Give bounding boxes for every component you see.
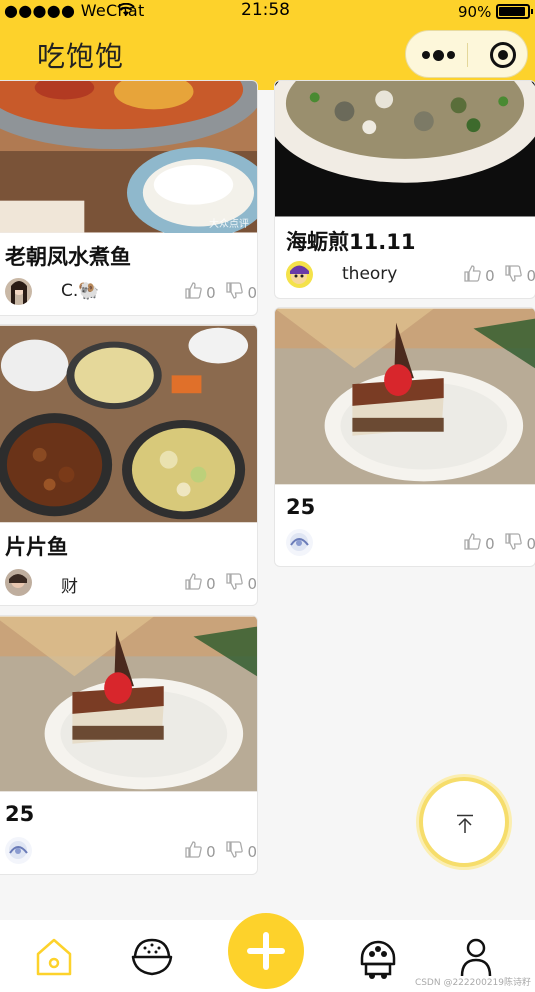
dislike-count: 0: [247, 574, 257, 593]
dish-title: 25: [286, 495, 316, 519]
reaction-stats: 0 0: [185, 282, 257, 303]
author-row: 财 0 0: [5, 569, 257, 597]
like-count: 0: [206, 574, 216, 593]
dish-title: 老朝凤水煮鱼: [5, 245, 131, 269]
plus-icon: [247, 932, 285, 970]
recipe-card[interactable]: 25 0 0: [0, 615, 258, 875]
thumbs-up-icon[interactable]: [185, 841, 206, 862]
status-bar: ●●●●● WeChat 21:58 90%: [0, 0, 535, 24]
thumbs-down-icon[interactable]: [505, 533, 526, 554]
author-row: 0 0: [286, 529, 535, 557]
dish-photo: [0, 616, 257, 792]
dish-photo: [275, 308, 535, 485]
more-icon[interactable]: [422, 50, 462, 61]
author-name: 财: [61, 577, 78, 597]
thumbs-down-icon[interactable]: [226, 841, 247, 862]
avatar[interactable]: [286, 261, 313, 288]
dish-title: 海蛎煎11.11: [286, 230, 416, 254]
reaction-stats: 0 0: [185, 841, 257, 862]
author-name: theory: [342, 264, 398, 284]
avatar[interactable]: [5, 278, 32, 305]
thumbs-down-icon[interactable]: [505, 265, 526, 286]
dislike-count: 0: [526, 267, 535, 285]
avatar[interactable]: [286, 529, 313, 556]
reaction-stats: 0 0: [464, 265, 535, 286]
bottom-tab-bar: CSDN @222200219陈诗籽: [0, 913, 535, 992]
add-post-button[interactable]: [228, 913, 304, 989]
thumbs-down-icon[interactable]: [226, 282, 247, 303]
battery-icon: [496, 4, 533, 19]
csdn-watermark: CSDN @222200219陈诗籽: [414, 978, 531, 988]
dish-photo: [0, 81, 257, 233]
back-to-top-button[interactable]: [419, 777, 509, 867]
author-row: theory 0 0: [286, 261, 535, 289]
miniprogram-capsule: [405, 30, 528, 78]
tab-food[interactable]: [129, 934, 175, 980]
rice-bowl-icon: [131, 938, 173, 976]
dislike-count: 0: [526, 535, 535, 553]
like-count: 0: [485, 534, 495, 553]
author-row: 0 0: [5, 837, 257, 865]
capsule-divider: [467, 43, 468, 67]
like-count: 0: [206, 842, 216, 861]
tab-home[interactable]: [31, 934, 77, 980]
top-bar: ●●●●● WeChat 21:58 90% 吃饱饱: [0, 0, 535, 90]
reaction-stats: 0 0: [185, 573, 257, 594]
dish-photo: [275, 81, 535, 217]
home-icon: [36, 938, 72, 976]
thumbs-up-icon[interactable]: [464, 533, 485, 554]
dislike-count: 0: [247, 842, 257, 861]
tab-profile[interactable]: [453, 934, 499, 980]
avatar[interactable]: [5, 569, 32, 596]
dish-photo: [0, 325, 257, 523]
dislike-count: 0: [247, 283, 257, 302]
recipe-card[interactable]: 25 0 0: [274, 307, 535, 567]
photo-watermark: 大众点评: [209, 219, 249, 230]
recipe-card[interactable]: 大众点评 老朝凤水煮鱼 C.🐏 0 0: [0, 80, 258, 316]
tab-discover[interactable]: [355, 934, 401, 980]
like-count: 0: [485, 266, 495, 285]
thumbs-up-icon[interactable]: [185, 282, 206, 303]
wifi-icon: [117, 3, 135, 16]
close-miniprogram-icon[interactable]: [490, 42, 516, 68]
thumbs-down-icon[interactable]: [226, 573, 247, 594]
page-title: 吃饱饱: [37, 40, 125, 73]
user-icon: [460, 938, 492, 977]
author-name: C.🐏: [61, 281, 100, 301]
avatar[interactable]: [5, 837, 32, 864]
dish-title: 片片鱼: [5, 535, 68, 559]
recipe-card[interactable]: 海蛎煎11.11 theory 0 0: [274, 80, 535, 299]
battery-percentage: 90%: [458, 3, 492, 21]
dish-title: 25: [5, 802, 35, 826]
arrow-up-to-top-icon: [457, 814, 473, 833]
author-row: C.🐏 0 0: [5, 278, 257, 306]
thumbs-up-icon[interactable]: [185, 573, 206, 594]
food-truck-icon: [360, 940, 396, 979]
thumbs-up-icon[interactable]: [464, 265, 485, 286]
reaction-stats: 0 0: [464, 533, 535, 554]
recipe-card[interactable]: 片片鱼 财 0 0: [0, 324, 258, 606]
like-count: 0: [206, 283, 216, 302]
status-time: 21:58: [241, 0, 290, 20]
